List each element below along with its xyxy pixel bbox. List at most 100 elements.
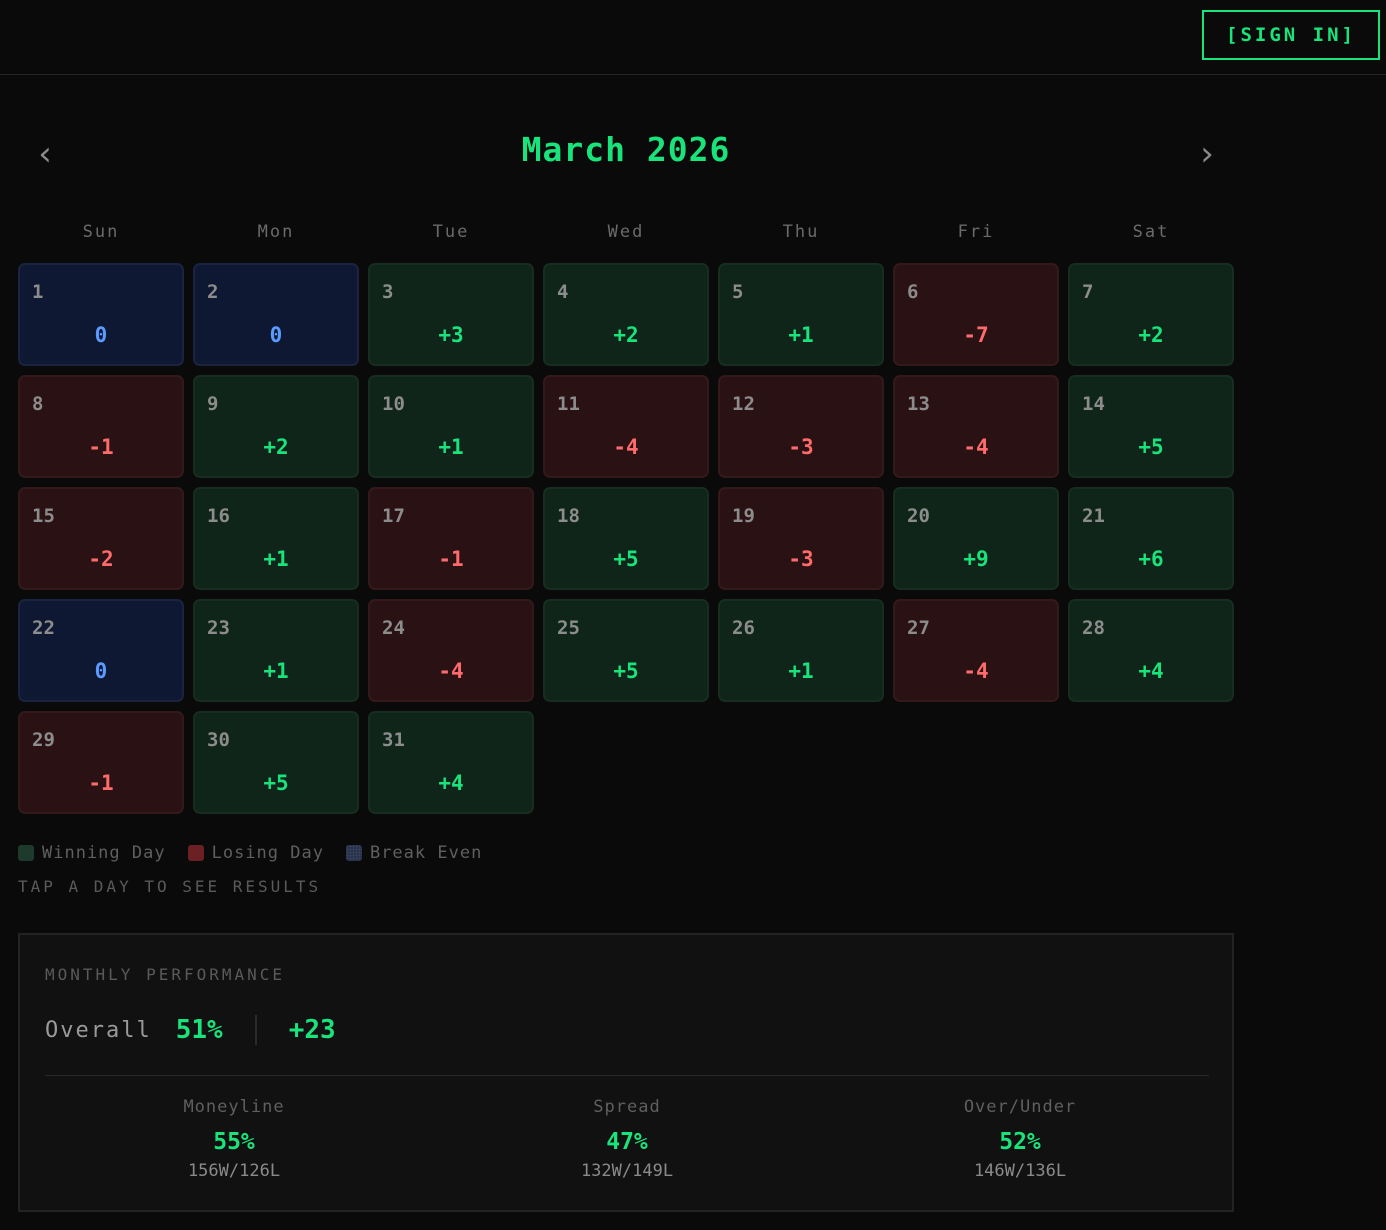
day-result: -3 (788, 435, 814, 459)
over-under-stat: Over/Under 52% 146W/136L (870, 1097, 1170, 1181)
even-swatch-icon (345, 845, 362, 861)
day-result: -4 (438, 659, 464, 683)
weekday-label: Wed (607, 222, 645, 242)
day-cell[interactable]: 10 +1 (368, 375, 534, 478)
stat-record: 132W/149L (580, 1161, 674, 1181)
day-result: -3 (788, 547, 814, 571)
overall-units: +23 (288, 1015, 336, 1045)
weekday-header: Sun Mon Tue Wed Thu Fri Sat (18, 222, 1234, 246)
next-month-button[interactable]: › (1182, 126, 1232, 182)
day-number: 25 (557, 617, 580, 639)
day-cell[interactable]: 23 +1 (193, 599, 359, 702)
day-result: +1 (263, 659, 289, 683)
day-result: +1 (263, 547, 289, 571)
day-result: 0 (94, 659, 108, 683)
day-result: +1 (788, 659, 814, 683)
day-cell[interactable]: 15 -2 (18, 487, 184, 590)
day-number: 3 (382, 281, 394, 303)
day-result: -2 (88, 547, 114, 571)
day-cell[interactable]: 8 -1 (18, 375, 184, 478)
day-cell[interactable]: 12 -3 (718, 375, 884, 478)
weekday-label: Mon (257, 222, 295, 242)
day-cell[interactable]: 3 +3 (368, 263, 534, 366)
spread-stat: Spread 47% 132W/149L (477, 1097, 777, 1181)
day-cell[interactable]: 17 -1 (368, 487, 534, 590)
day-result: -1 (88, 771, 114, 795)
day-number: 31 (382, 729, 405, 751)
day-number: 17 (382, 505, 405, 527)
day-cell[interactable]: 26 +1 (718, 599, 884, 702)
legend-item-even: Break Even (345, 843, 482, 863)
day-result: +2 (1138, 323, 1164, 347)
stat-pct: 52% (999, 1129, 1041, 1155)
weekday-label: Sat (1132, 222, 1170, 242)
day-cell[interactable]: 11 -4 (543, 375, 709, 478)
legend-label: Losing Day (211, 843, 324, 863)
day-result: +4 (438, 771, 464, 795)
overall-row: Overall 51% +23 (45, 1010, 336, 1050)
day-number: 26 (732, 617, 755, 639)
sign-in-button[interactable]: [SIGN IN] (1202, 10, 1380, 60)
stat-label: Spread (593, 1097, 661, 1117)
day-number: 15 (32, 505, 55, 527)
day-result: +1 (438, 435, 464, 459)
day-number: 11 (557, 393, 580, 415)
day-cell[interactable]: 21 +6 (1068, 487, 1234, 590)
day-cell[interactable]: 19 -3 (718, 487, 884, 590)
day-cell[interactable]: 25 +5 (543, 599, 709, 702)
day-number: 21 (1082, 505, 1105, 527)
day-cell[interactable]: 18 +5 (543, 487, 709, 590)
day-number: 6 (907, 281, 919, 303)
day-number: 29 (32, 729, 55, 751)
moneyline-stat: Moneyline 55% 156W/126L (84, 1097, 384, 1181)
day-number: 16 (207, 505, 230, 527)
day-cell[interactable]: 27 -4 (893, 599, 1059, 702)
weekday-label: Thu (782, 222, 820, 242)
legend: Winning Day Losing Day Break Even (18, 842, 482, 864)
day-cell[interactable]: 7 +2 (1068, 263, 1234, 366)
overall-divider (254, 1015, 257, 1045)
day-cell[interactable]: 29 -1 (18, 711, 184, 814)
day-number: 14 (1082, 393, 1105, 415)
losing-swatch-icon (187, 845, 204, 861)
day-cell[interactable]: 9 +2 (193, 375, 359, 478)
day-number: 5 (732, 281, 744, 303)
day-result: +1 (788, 323, 814, 347)
day-result: +5 (1138, 435, 1164, 459)
day-number: 10 (382, 393, 405, 415)
day-number: 30 (207, 729, 230, 751)
day-result: +6 (1138, 547, 1164, 571)
day-cell[interactable]: 5 +1 (718, 263, 884, 366)
day-cell[interactable]: 20 (193, 263, 359, 366)
day-number: 1 (32, 281, 44, 303)
day-result: 0 (269, 323, 283, 347)
day-result: -7 (963, 323, 989, 347)
day-cell[interactable]: 14 +5 (1068, 375, 1234, 478)
day-number: 8 (32, 393, 44, 415)
day-cell[interactable]: 6 -7 (893, 263, 1059, 366)
day-cell[interactable]: 28 +4 (1068, 599, 1234, 702)
overall-win-pct: 51% (175, 1015, 223, 1045)
legend-label: Winning Day (42, 843, 166, 863)
day-number: 23 (207, 617, 230, 639)
day-cell[interactable]: 20 +9 (893, 487, 1059, 590)
day-cell[interactable]: 13 -4 (893, 375, 1059, 478)
stat-record: 146W/136L (973, 1161, 1067, 1181)
tap-hint: TAP A DAY TO SEE RESULTS (18, 877, 322, 896)
day-cell[interactable]: 22 0 (18, 599, 184, 702)
day-cell[interactable]: 16 +1 (193, 487, 359, 590)
monthly-performance-panel: MONTHLY PERFORMANCE Overall 51% +23 Mone… (18, 933, 1234, 1212)
day-result: -4 (963, 435, 989, 459)
day-cell[interactable]: 4 +2 (543, 263, 709, 366)
day-cell[interactable]: 31 +4 (368, 711, 534, 814)
weekday-label: Sun (82, 222, 120, 242)
day-result: -4 (963, 659, 989, 683)
stat-record: 156W/126L (187, 1161, 281, 1181)
day-cell[interactable]: 30 +5 (193, 711, 359, 814)
stat-pct: 55% (213, 1129, 255, 1155)
day-cell[interactable]: 10 (18, 263, 184, 366)
month-title: March 2026 (521, 130, 731, 169)
day-result: +9 (963, 547, 989, 571)
day-result: -1 (88, 435, 114, 459)
day-cell[interactable]: 24 -4 (368, 599, 534, 702)
